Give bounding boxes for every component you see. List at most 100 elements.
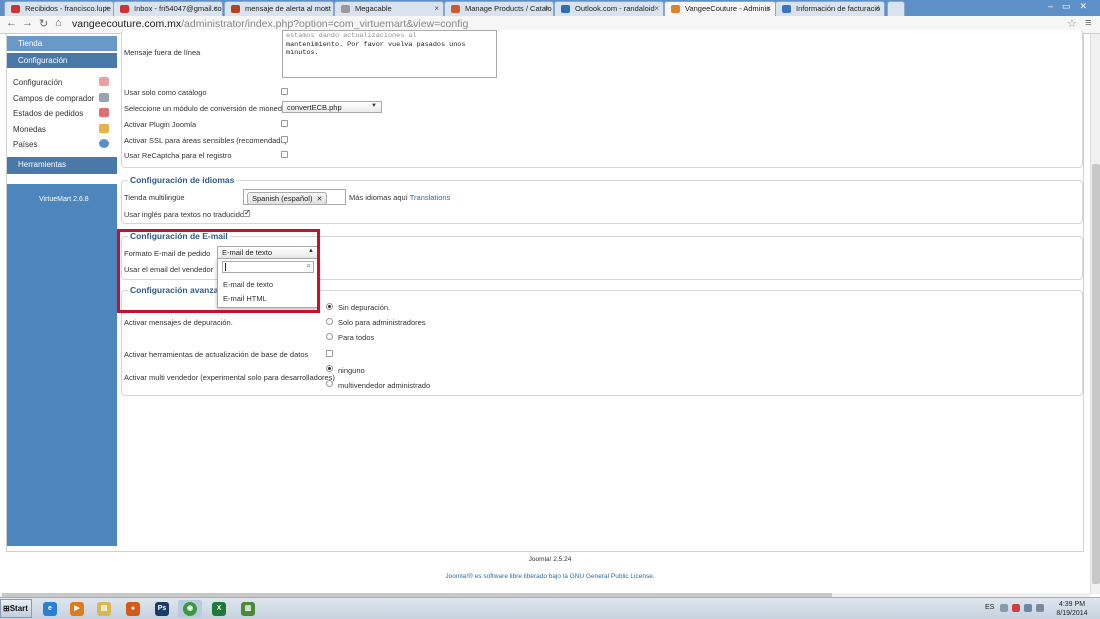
english-fallback-checkbox[interactable] xyxy=(243,208,251,217)
multivendor-option-label: multivendedor administrado xyxy=(338,381,431,390)
firefox-icon[interactable]: ● xyxy=(121,600,145,618)
chart-app-icon[interactable]: ▥ xyxy=(236,600,260,618)
multivendor-none-radio[interactable] xyxy=(326,365,333,372)
browser-tab[interactable]: Manage Products / Catalo × xyxy=(444,1,554,16)
ssl-label: Activar SSL para áreas sensibles (recome… xyxy=(124,136,288,145)
home-icon[interactable]: ⌂ xyxy=(55,17,62,29)
volume-icon[interactable] xyxy=(1036,604,1044,612)
scroll-thumb[interactable] xyxy=(1092,164,1100,584)
close-icon[interactable]: × xyxy=(875,4,880,13)
offline-message-label: Mensaje fuera de línea xyxy=(124,48,201,57)
recaptcha-label: Usar ReCaptcha para el registro xyxy=(124,151,232,160)
gmail-icon xyxy=(11,5,20,13)
gmail-icon xyxy=(120,5,129,13)
back-icon[interactable]: ← xyxy=(6,17,17,29)
browser-tab[interactable]: Información de facturació × xyxy=(775,1,885,16)
browser-tab-active[interactable]: VangeeCouture - Adminis × xyxy=(664,1,776,16)
debug-option-label: Sin depuración. xyxy=(338,303,391,312)
language-multiselect[interactable]: Spanish (español) ✕ xyxy=(243,189,346,205)
site-icon xyxy=(451,5,460,13)
currency-module-label: Seleccione un módulo de conversión de mo… xyxy=(124,104,287,113)
bookmark-star-icon[interactable]: ☆ xyxy=(1067,17,1077,30)
windows-logo-icon: ⊞ xyxy=(3,604,10,613)
db-tools-checkbox[interactable] xyxy=(326,350,333,357)
close-icon[interactable]: × xyxy=(654,4,659,13)
flag-icon[interactable] xyxy=(1012,604,1020,612)
explorer-icon[interactable]: ▤ xyxy=(92,600,116,618)
multivendor-admin-radio[interactable] xyxy=(326,380,333,387)
site-icon xyxy=(671,5,680,13)
browser-tab[interactable]: Megacable × xyxy=(334,1,444,16)
coins-icon xyxy=(99,124,109,133)
window-controls[interactable]: –▭✕ xyxy=(1048,1,1096,12)
sidebar-item-campos[interactable]: Campos de comprador xyxy=(13,93,113,103)
address-bar[interactable]: vangeecouture.com.mx/administrator/index… xyxy=(72,18,468,30)
offline-message-textarea[interactable]: estamos dando actualizaciones al manteni… xyxy=(282,30,497,78)
excel-icon[interactable]: X xyxy=(207,600,231,618)
media-player-icon[interactable]: ▶ xyxy=(65,600,89,618)
joomla-plugin-checkbox[interactable] xyxy=(281,120,288,127)
browser-tab[interactable]: Inbox - fri54047@gmail.co × xyxy=(113,1,223,16)
browser-tab[interactable]: mensaje de alerta al most × xyxy=(224,1,334,16)
system-clock[interactable]: 4:39 PM 8/19/2014 xyxy=(1054,600,1090,618)
virtuemart-version: VirtueMart 2.6.8 xyxy=(39,196,89,203)
close-icon[interactable]: × xyxy=(104,4,109,13)
language-indicator[interactable]: ES xyxy=(985,604,994,611)
joomla-plugin-label: Activar Plugin Joomla xyxy=(124,120,197,129)
remove-icon[interactable]: ✕ xyxy=(316,196,322,203)
vertical-scrollbar[interactable] xyxy=(1090,34,1100,594)
sidebar-item-tienda[interactable]: Tienda xyxy=(7,36,117,51)
reload-icon[interactable]: ↻ xyxy=(39,17,48,30)
close-icon[interactable]: × xyxy=(434,4,439,13)
new-tab-button[interactable] xyxy=(887,1,905,16)
sidebar-item-configuracion-header[interactable]: Configuración xyxy=(7,53,117,68)
close-icon[interactable]: × xyxy=(213,4,218,13)
menu-icon[interactable]: ≡ xyxy=(1085,17,1091,29)
sidebar-panel: VirtueMart 2.6.8 xyxy=(7,184,117,546)
language-fieldset: Configuración de idiomas Tienda multilin… xyxy=(121,175,1083,224)
close-icon[interactable]: × xyxy=(766,4,771,13)
tray-arrow-icon[interactable] xyxy=(1000,604,1008,612)
network-icon[interactable] xyxy=(1024,604,1032,612)
sidebar-item-monedas[interactable]: Monedas xyxy=(13,124,113,134)
translations-link[interactable]: Translations xyxy=(410,193,451,202)
general-settings-fieldset: Mensaje fuera de línea estamos dando act… xyxy=(121,30,1083,168)
browser-tab-bar: Recibidos - francisco.lupe × Inbox - fri5… xyxy=(0,0,1100,16)
close-icon[interactable]: × xyxy=(324,4,329,13)
debug-admins-radio[interactable] xyxy=(326,318,333,325)
site-icon xyxy=(231,5,240,13)
photoshop-icon[interactable]: Ps xyxy=(150,600,174,618)
browser-tab[interactable]: Recibidos - francisco.lupe × xyxy=(4,1,114,16)
joomla-version: Joomla! 2.5.24 xyxy=(528,556,572,563)
language-legend: Configuración de idiomas xyxy=(128,175,237,185)
ie-icon[interactable]: e xyxy=(38,600,62,618)
start-button[interactable]: ⊞Start xyxy=(0,599,32,618)
sidebar-item-configuracion[interactable]: Configuración xyxy=(13,77,113,87)
debug-none-radio[interactable] xyxy=(326,303,333,310)
wrench-icon xyxy=(99,77,109,86)
chrome-icon[interactable]: ◉ xyxy=(178,600,202,618)
ssl-checkbox[interactable] xyxy=(281,136,288,143)
license-text: Joomla!® es software libre liberado bajo… xyxy=(445,573,655,580)
globe-icon xyxy=(99,139,109,148)
catalog-only-checkbox[interactable] xyxy=(281,88,288,95)
sidebar-item-estados[interactable]: Estados de pedidos xyxy=(13,108,113,118)
sidebar: Tienda Configuración Configuración Campo… xyxy=(7,34,117,546)
debug-all-radio[interactable] xyxy=(326,333,333,340)
multilingual-label: Tienda multilingüe xyxy=(124,193,185,202)
sidebar-item-paises[interactable]: Países xyxy=(13,139,113,149)
debug-label: Activar mensajes de depuración. xyxy=(124,318,233,327)
forward-icon[interactable]: → xyxy=(22,17,33,29)
db-tools-label: Activar herramientas de actualización de… xyxy=(124,350,309,359)
close-icon[interactable]: × xyxy=(544,4,549,13)
site-icon xyxy=(782,5,791,13)
windows-taskbar: ⊞Start e ▶ ▤ ● Ps ◉ X ▥ ES 4:39 PM 8/19/2… xyxy=(0,597,1100,619)
recaptcha-checkbox[interactable] xyxy=(281,151,288,158)
language-chip[interactable]: Spanish (español) ✕ xyxy=(247,192,328,205)
sidebar-item-herramientas[interactable]: Herramientas xyxy=(7,157,117,174)
browser-tab[interactable]: Outlook.com - randaloid × xyxy=(554,1,664,16)
gpl-link[interactable]: GNU General Public License xyxy=(570,573,653,580)
outlook-icon xyxy=(561,5,570,13)
currency-module-select[interactable]: convertECB.php ▼ xyxy=(282,101,382,113)
debug-option-label: Para todos xyxy=(338,333,375,342)
